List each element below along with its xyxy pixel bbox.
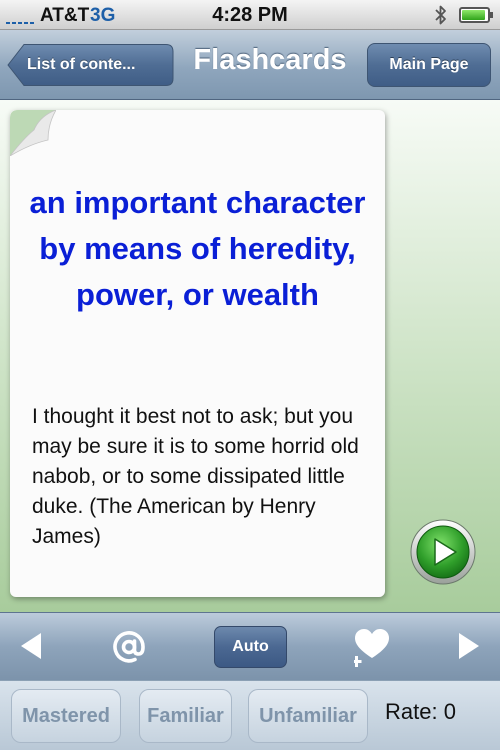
triangle-right-icon[interactable] [457,632,481,660]
play-icon[interactable] [410,519,476,585]
flashcard[interactable]: an important character by means of hered… [10,110,385,597]
heart-plus-icon[interactable] [354,628,390,668]
main-page-button[interactable]: Main Page [367,43,491,87]
rate-counter: Rate: 0 [385,699,456,724]
triangle-left-icon[interactable] [19,632,43,660]
battery-level [462,10,485,20]
auto-button[interactable]: Auto [214,626,287,668]
card-example-sentence: I thought it best not to ask; but you ma… [32,405,359,548]
at-sign-icon[interactable] [111,629,147,665]
status-bar: AT&T 3G 4:28 PM [0,0,500,30]
card-toolbar: Auto [0,612,500,680]
mastered-button[interactable]: Mastered [11,689,121,743]
bluetooth-icon [435,5,446,25]
card-definition: an important character by means of hered… [29,185,366,312]
navigation-bar: List of conte... Flashcards Main Page [0,30,500,100]
flashcard-area: an important character by means of hered… [0,100,500,612]
battery-icon [459,7,493,23]
status-time: 4:28 PM [212,4,288,26]
unfamiliar-button[interactable]: Unfamiliar [248,689,368,743]
rating-bar: Mastered Familiar Unfamiliar Rate: 0 [0,680,500,750]
familiar-button[interactable]: Familiar [139,689,232,743]
page-curl-icon [10,110,56,156]
